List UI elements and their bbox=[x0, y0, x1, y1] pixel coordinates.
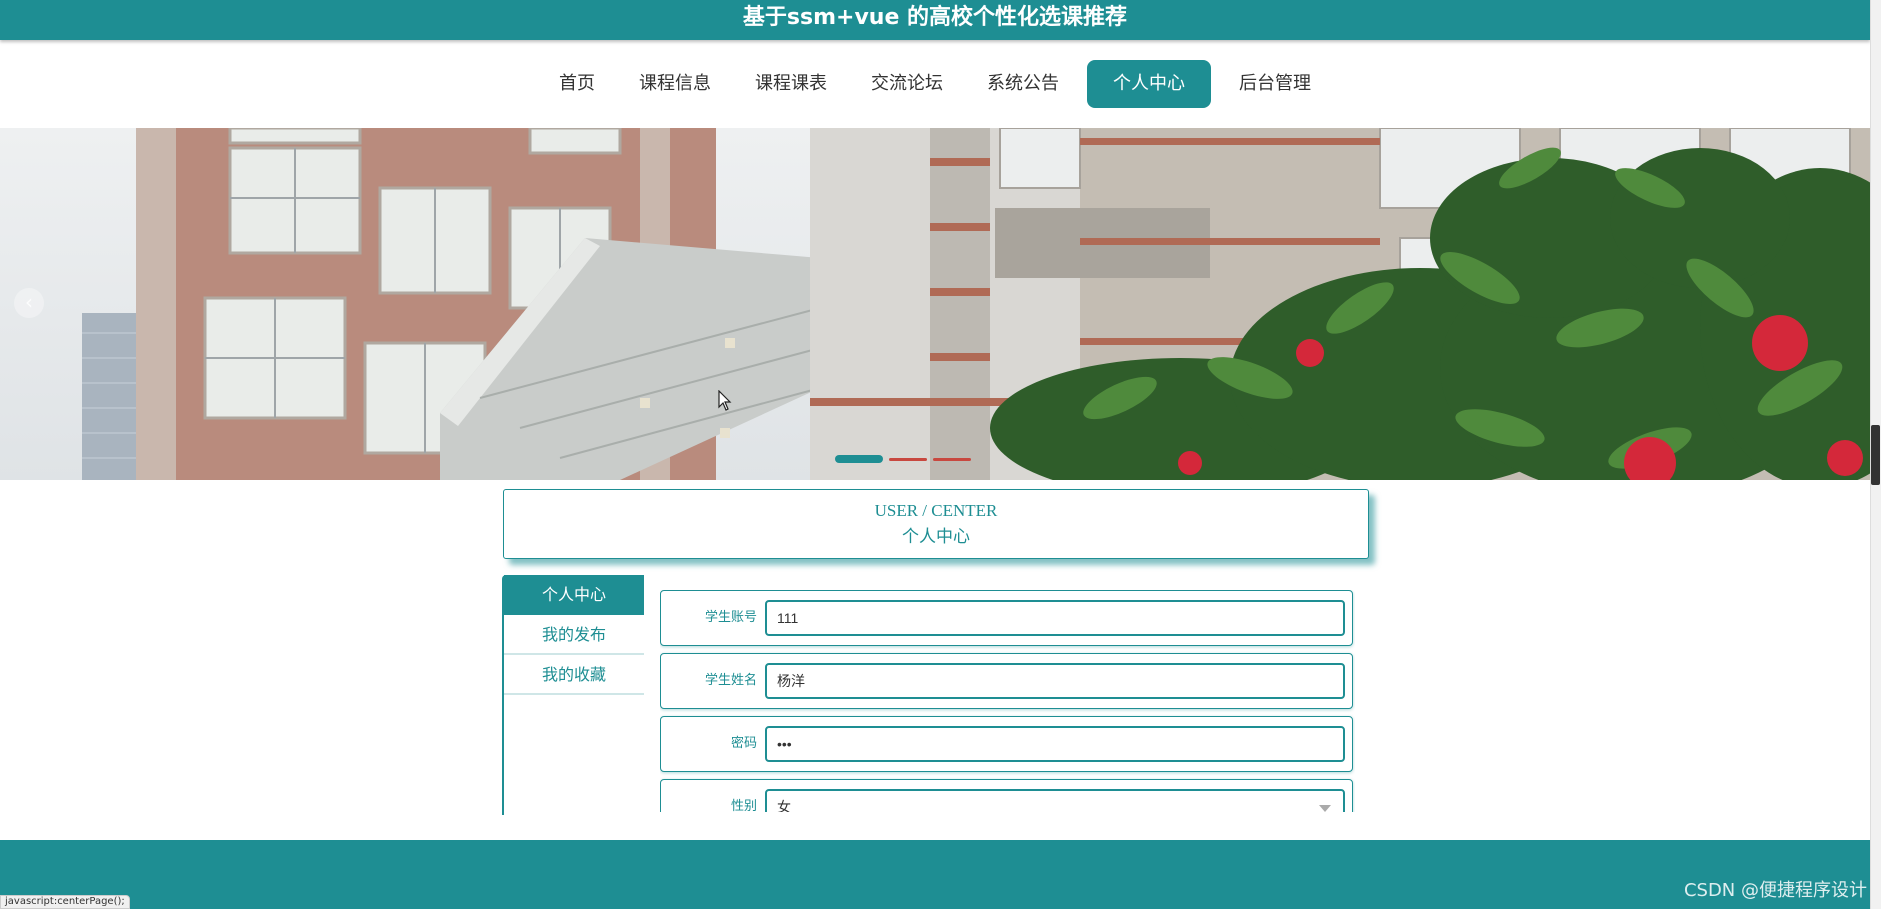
page-scrollbar-thumb[interactable] bbox=[1871, 425, 1880, 485]
side-item-personal-center[interactable]: 个人中心 bbox=[504, 575, 644, 615]
carousel-prev-icon[interactable]: ‹ bbox=[14, 288, 44, 318]
site-title: 基于ssm+vue 的高校个性化选课推荐 bbox=[742, 5, 1128, 30]
browser-status-bar: javascript:centerPage(); bbox=[0, 895, 130, 909]
side-item-my-favorites[interactable]: 我的收藏 bbox=[504, 655, 644, 695]
carousel-indicators bbox=[835, 453, 971, 465]
nav-item-announcements[interactable]: 系统公告 bbox=[965, 60, 1081, 108]
student-name-input[interactable]: 杨洋 bbox=[765, 663, 1345, 699]
gender-select-value: 女 bbox=[777, 799, 791, 812]
side-item-my-posts[interactable]: 我的发布 bbox=[504, 615, 644, 655]
gender-select[interactable]: 女 bbox=[765, 789, 1345, 812]
carousel-indicator-1[interactable] bbox=[835, 455, 883, 463]
form-row-student-account: 学生账号 111 bbox=[660, 590, 1353, 646]
main-nav: 首页 课程信息 课程课表 交流论坛 系统公告 个人中心 后台管理 bbox=[0, 40, 1870, 128]
student-account-label: 学生账号 bbox=[704, 610, 757, 625]
student-account-input[interactable]: 111 bbox=[765, 600, 1345, 636]
user-center-header: USER / CENTER 个人中心 bbox=[503, 489, 1369, 559]
watermark: CSDN @便捷程序设计 bbox=[1683, 880, 1867, 901]
user-center-title-en: USER / CENTER bbox=[874, 501, 998, 520]
footer bbox=[0, 840, 1870, 909]
site-title-bar: 基于ssm+vue 的高校个性化选课推荐 bbox=[0, 0, 1870, 40]
mouse-cursor-icon bbox=[718, 390, 732, 411]
gender-label: 性别 bbox=[730, 799, 757, 812]
form-row-student-name: 学生姓名 杨洋 bbox=[660, 653, 1353, 709]
user-center-title-zh: 个人中心 bbox=[902, 527, 970, 546]
nav-item-course-schedule[interactable]: 课程课表 bbox=[733, 60, 849, 108]
carousel-indicator-3[interactable] bbox=[933, 457, 971, 461]
form-row-password: 密码 ••• bbox=[660, 716, 1353, 772]
nav-item-course-info[interactable]: 课程信息 bbox=[617, 60, 733, 108]
student-name-label: 学生姓名 bbox=[704, 673, 757, 688]
nav-item-forum[interactable]: 交流论坛 bbox=[849, 60, 965, 108]
nav-item-home[interactable]: 首页 bbox=[537, 60, 617, 108]
side-menu: 个人中心 我的发布 我的收藏 bbox=[502, 575, 644, 815]
page-scrollbar[interactable] bbox=[1870, 0, 1881, 909]
banner-image bbox=[0, 128, 1870, 480]
profile-form: 学生账号 111 学生姓名 杨洋 密码 ••• 性别 女 bbox=[660, 590, 1355, 812]
form-row-gender: 性别 女 bbox=[660, 779, 1353, 812]
banner-carousel[interactable]: ‹ bbox=[0, 128, 1870, 480]
password-input[interactable]: ••• bbox=[765, 726, 1345, 762]
carousel-indicator-2[interactable] bbox=[889, 457, 927, 461]
select-caret-icon bbox=[1319, 805, 1331, 812]
page: 基于ssm+vue 的高校个性化选课推荐 首页 课程信息 课程课表 交流论坛 系… bbox=[0, 0, 1881, 909]
nav-item-admin[interactable]: 后台管理 bbox=[1217, 60, 1333, 108]
password-label: 密码 bbox=[730, 736, 757, 751]
nav-item-personal-center[interactable]: 个人中心 bbox=[1087, 60, 1211, 108]
